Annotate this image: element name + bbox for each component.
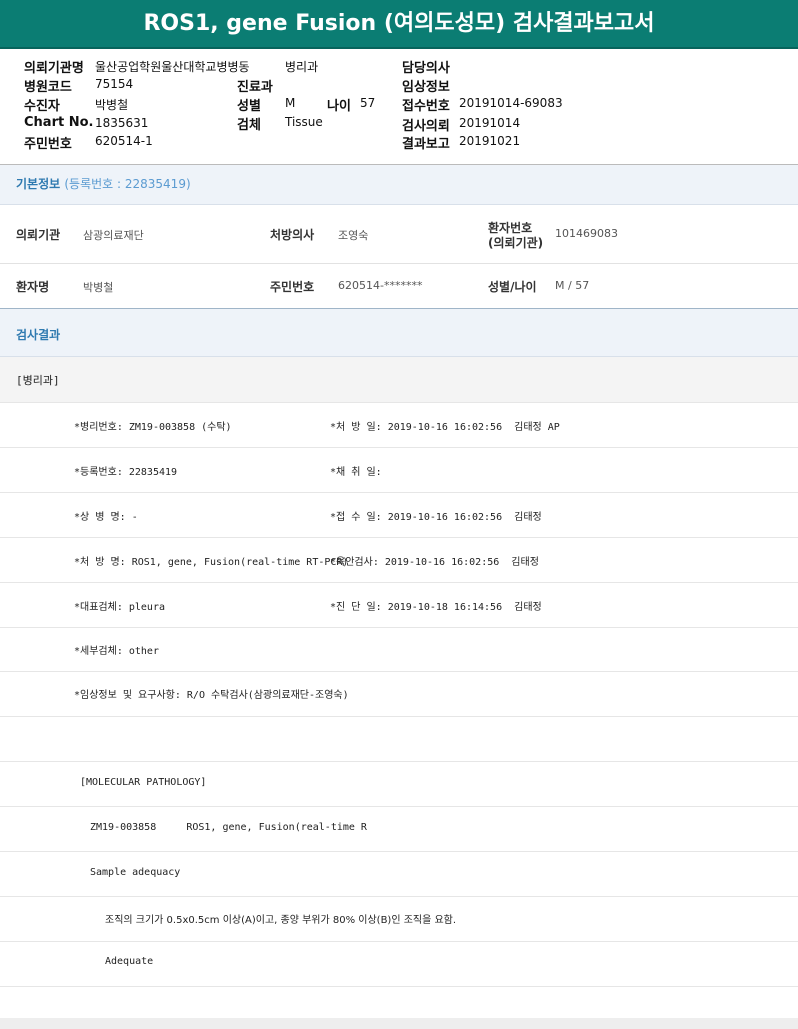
result-right-text: *처 방 일: 2019-10-16 16:02:56 김태정 AP (330, 422, 560, 433)
result-line: *대표검체: pleura *진 단 일: 2019-10-18 16:14:5… (0, 583, 798, 628)
specimen-label: 검체 (237, 118, 261, 133)
mp-line-2: Sample adequacy (90, 867, 181, 878)
age-label: 나이 (327, 99, 351, 114)
report-date-value: 20191021 (459, 134, 521, 148)
result-right-text: *육안검사: 2019-10-16 16:02:56 김태정 (330, 557, 539, 568)
result-right-text: *채 취 일: (330, 467, 382, 478)
specimen-value: Tissue (285, 115, 323, 129)
patient-ssn-value: 620514-******* (338, 279, 423, 292)
patient-no-value: 101469083 (555, 227, 618, 240)
receipt-no-value: 20191014-69083 (459, 96, 563, 110)
mp-line-row: ZM19-003858 ROS1, gene, Fusion(real-time… (0, 807, 798, 852)
report-header: 의뢰기관명 울산공업학원울산대학교병병동 병리과 담당의사 병원코드 75154… (0, 49, 798, 164)
patient-ssn-label: 주민번호 (270, 280, 315, 294)
result-left-text: *상 병 명: - (74, 512, 138, 523)
mp-header-row: [MOLECULAR PATHOLOGY] (0, 762, 798, 807)
basic-info-subtitle: (등록번호 : 22835419) (64, 177, 191, 191)
result-line: *처 방 명: ROS1, gene, Fusion(real-time RT-… (0, 538, 798, 583)
report-title: ROS1, gene Fusion (여의도성모) 검사결과보고서 (0, 0, 798, 49)
result-right-text: *진 단 일: 2019-10-18 16:14:56 김태정 (330, 602, 542, 613)
request-label: 검사의뢰 (402, 119, 450, 134)
mp-line-row: Adequate (0, 942, 798, 987)
basic-info-row-2: 환자명 박병철 주민번호 620514-******* 성별/나이 M / 57 (0, 264, 798, 309)
mp-line-4: Adequate (105, 956, 154, 967)
result-line: *세부검체: other (0, 628, 798, 672)
result-left-text: *등록번호: 22835419 (74, 467, 178, 478)
hospital-code-value: 75154 (95, 77, 134, 91)
result-line: *임상정보 및 요구사항: R/O 수탁검사(삼광의료재단-조영숙) (0, 672, 798, 717)
result-left-text: *처 방 명: ROS1, gene, Fusion(real-time RT-… (74, 557, 349, 568)
institution-value: 울산공업학원울산대학교병병동 (95, 60, 250, 74)
req-inst-label: 의뢰기관 (16, 228, 61, 242)
mp-header: [MOLECULAR PATHOLOGY] (80, 777, 207, 788)
request-value: 20191014 (459, 116, 521, 130)
basic-info-section-header: 기본정보 (등록번호 : 22835419) (0, 165, 798, 205)
sex-age-label: 성별/나이 (488, 280, 537, 294)
dept-tag-row: [병리과] (0, 357, 798, 403)
result-line: *상 병 명: - *접 수 일: 2019-10-16 16:02:56 김태… (0, 493, 798, 538)
receiver-value: 박병철 (95, 98, 129, 112)
prescriber-value: 조영숙 (338, 229, 369, 242)
result-left-text: *병리번호: ZM19-003858 (수탁) (74, 422, 232, 433)
blank-line (0, 717, 798, 762)
results-section-header: 검사결과 (0, 309, 798, 357)
patient-name-label: 환자명 (16, 280, 50, 294)
prescriber-label: 처방의사 (270, 228, 315, 242)
receipt-no-label: 접수번호 (402, 99, 450, 114)
sex-label: 성별 (237, 99, 261, 114)
age-value: 57 (360, 96, 376, 110)
result-left-text: *세부검체: other (74, 646, 159, 657)
dept-label: 진료과 (237, 80, 273, 95)
ssn-value: 620514-1 (95, 134, 153, 148)
report-date-label: 결과보고 (402, 137, 450, 152)
receiver-label: 수진자 (24, 99, 60, 114)
patient-no-label-2: (의뢰기관) (488, 236, 544, 250)
result-left-text: *대표검체: pleura (74, 602, 165, 613)
result-line: *병리번호: ZM19-003858 (수탁) *처 방 일: 2019-10-… (0, 403, 798, 448)
chart-no-value: 1835631 (95, 116, 149, 130)
basic-info-title: 기본정보 (등록번호 : 22835419) (16, 177, 191, 191)
footer-bar (0, 1018, 798, 1029)
chart-no-label: Chart No. (24, 115, 94, 130)
req-inst-value: 삼광의료재단 (83, 229, 144, 242)
patient-name-value: 박병철 (83, 281, 114, 294)
doctor-label: 담당의사 (402, 61, 450, 76)
mp-line-row: 조직의 크기가 0.5x0.5cm 이상(A)이고, 종양 부위가 80% 이상… (0, 897, 798, 942)
sex-age-value: M / 57 (555, 279, 590, 292)
hospital-code-label: 병원코드 (24, 80, 72, 95)
mp-line-row: Sample adequacy (0, 852, 798, 897)
results-title: 검사결과 (16, 328, 61, 342)
clinical-label: 임상정보 (402, 80, 450, 95)
mp-line-3: 조직의 크기가 0.5x0.5cm 이상(A)이고, 종양 부위가 80% 이상… (105, 915, 457, 926)
sex-value: M (285, 96, 296, 110)
institution-label: 의뢰기관명 (24, 61, 84, 76)
mp-line-1: ZM19-003858 ROS1, gene, Fusion(real-time… (90, 822, 367, 833)
ssn-label: 주민번호 (24, 137, 72, 152)
result-left-text: *임상정보 및 요구사항: R/O 수탁검사(삼광의료재단-조영숙) (74, 690, 349, 701)
dept-tag: [병리과] (16, 374, 60, 387)
ward-value: 병리과 (285, 60, 319, 74)
result-right-text: *접 수 일: 2019-10-16 16:02:56 김태정 (330, 512, 542, 523)
result-line: *등록번호: 22835419 *채 취 일: (0, 448, 798, 493)
basic-info-row-1: 의뢰기관 삼광의료재단 처방의사 조영숙 환자번호 (의뢰기관) 1014690… (0, 205, 798, 264)
